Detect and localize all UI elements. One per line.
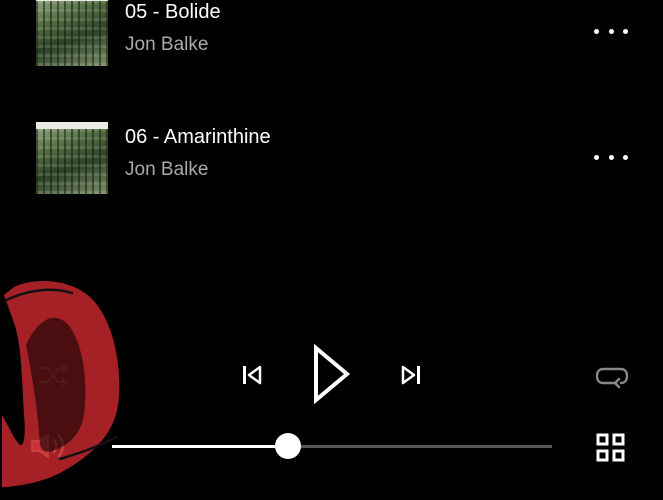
progress-bar[interactable] <box>112 433 552 459</box>
more-options-icon[interactable] <box>594 152 628 162</box>
album-art <box>36 0 108 66</box>
track-row[interactable]: 06 - Amarinthine Jon Balke <box>0 120 663 200</box>
skip-previous-icon[interactable] <box>241 364 263 386</box>
grid-icon[interactable] <box>596 433 626 463</box>
skip-next-icon[interactable] <box>400 364 422 386</box>
track-title: 06 - Amarinthine <box>125 126 271 148</box>
track-row[interactable]: 05 - Bolide Jon Balke <box>0 0 663 80</box>
volume-icon[interactable] <box>30 433 72 459</box>
progress-fill <box>112 445 288 448</box>
more-options-icon[interactable] <box>594 26 628 36</box>
track-artist: Jon Balke <box>125 34 209 55</box>
track-artist: Jon Balke <box>125 159 209 180</box>
play-icon[interactable] <box>310 344 352 404</box>
repeat-icon[interactable] <box>594 363 630 389</box>
shuffle-icon[interactable] <box>38 363 70 387</box>
album-art <box>36 122 108 194</box>
progress-handle[interactable] <box>275 433 301 459</box>
annotation-marker <box>2 281 120 487</box>
track-title: 05 - Bolide <box>125 1 221 23</box>
